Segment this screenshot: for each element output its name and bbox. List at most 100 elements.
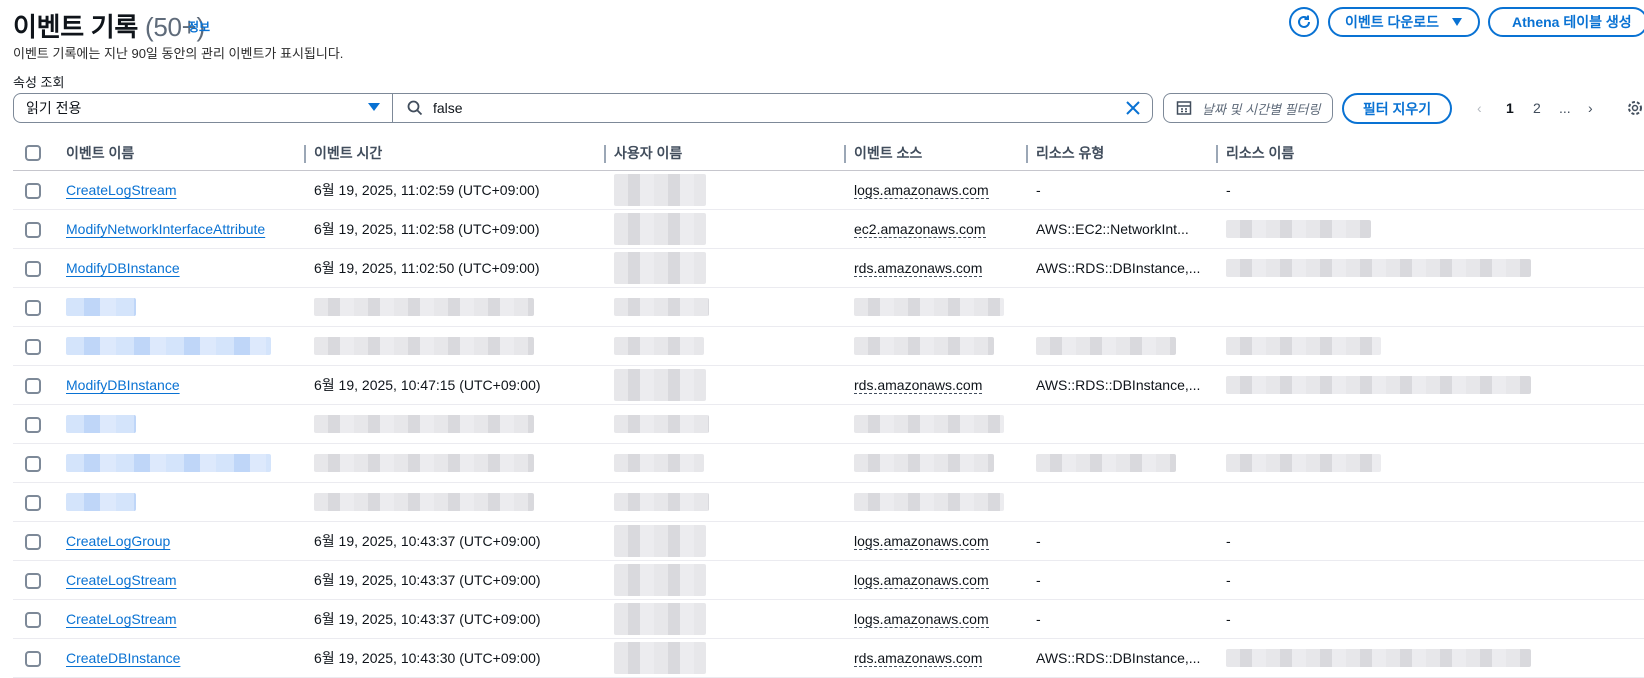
table-row xyxy=(13,326,1644,366)
event-source-text[interactable]: rds.amazonaws.com xyxy=(854,649,983,667)
event-source-text[interactable]: ec2.amazonaws.com xyxy=(854,220,986,238)
event-time-cell: 6월 19, 2025, 10:43:37 (UTC+09:00) xyxy=(306,521,606,561)
row-checkbox[interactable] xyxy=(25,221,41,238)
event-time-text: 6월 19, 2025, 10:43:37 (UTC+09:00) xyxy=(314,533,541,549)
row-checkbox[interactable] xyxy=(25,182,41,199)
select-all-checkbox[interactable] xyxy=(25,145,41,162)
table-row: CreateLogStream 6월 19, 2025, 11:02:59 (UT… xyxy=(13,170,1644,210)
clear-input-icon[interactable] xyxy=(1124,99,1142,120)
event-name-link[interactable]: ModifyDBInstance xyxy=(58,260,180,276)
redacted-value xyxy=(614,252,706,284)
resource-name-cell xyxy=(1218,287,1644,327)
row-checkbox[interactable] xyxy=(25,377,41,394)
event-name-cell: CreateLogStream xyxy=(58,560,306,600)
clear-filters-button[interactable]: 필터 지우기 xyxy=(1342,93,1452,124)
event-source-text[interactable]: rds.amazonaws.com xyxy=(854,259,983,277)
table-row: CreateLogStream 6월 19, 2025, 10:43:37 (UT… xyxy=(13,599,1644,639)
event-name-link[interactable]: ModifyDBInstance xyxy=(58,377,180,393)
column-header-user-name[interactable]: 사용자 이름 xyxy=(606,135,846,171)
row-checkbox[interactable] xyxy=(25,611,41,628)
redacted-value xyxy=(614,415,709,434)
refresh-button[interactable] xyxy=(1289,7,1319,37)
resource-type-text: - xyxy=(1036,611,1041,627)
column-header-resource-name[interactable]: 리소스 이름 xyxy=(1218,135,1644,171)
resource-type-text: AWS::RDS::DBInstance,... xyxy=(1036,260,1201,276)
event-name-link[interactable]: CreateLogStream xyxy=(58,182,177,198)
redacted-value xyxy=(66,415,136,434)
next-page-button[interactable]: › xyxy=(1588,100,1593,116)
event-time-cell: 6월 19, 2025, 11:02:58 (UTC+09:00) xyxy=(306,209,606,249)
lookup-value-input[interactable]: false xyxy=(392,93,1153,123)
event-name-cell: CreateDBInstance xyxy=(58,638,306,678)
events-table: 이벤트 이름 이벤트 시간 사용자 이름 이벤트 소스 리소스 유형 리소스 이… xyxy=(13,135,1644,678)
gear-icon[interactable] xyxy=(1627,100,1643,116)
user-name-cell xyxy=(606,599,846,639)
event-source-text[interactable]: logs.amazonaws.com xyxy=(854,571,989,589)
event-source-cell: logs.amazonaws.com xyxy=(846,599,1028,639)
user-name-cell xyxy=(606,365,846,405)
row-checkbox[interactable] xyxy=(25,455,41,472)
row-checkbox[interactable] xyxy=(25,494,41,511)
lookup-attribute-select[interactable]: 읽기 전용 xyxy=(13,93,393,123)
event-source-cell: logs.amazonaws.com xyxy=(846,560,1028,600)
column-header-event-source[interactable]: 이벤트 소스 xyxy=(846,135,1028,171)
redacted-value xyxy=(66,493,136,512)
row-select-cell xyxy=(13,170,58,210)
event-name-cell: CreateLogStream xyxy=(58,599,306,639)
create-athena-table-button[interactable]: Athena 테이블 생성 xyxy=(1488,7,1644,37)
redacted-value xyxy=(314,298,534,317)
redacted-value xyxy=(1226,649,1531,668)
event-name-cell xyxy=(58,404,306,444)
info-link[interactable]: 정보 xyxy=(188,18,210,35)
row-checkbox[interactable] xyxy=(25,260,41,277)
row-checkbox[interactable] xyxy=(25,299,41,316)
download-events-button[interactable]: 이벤트 다운로드 xyxy=(1328,7,1480,37)
event-time-cell: 6월 19, 2025, 10:43:30 (UTC+09:00) xyxy=(306,638,606,678)
page-1-button[interactable]: 1 xyxy=(1506,100,1514,116)
resource-type-text: AWS::EC2::NetworkInt... xyxy=(1036,221,1189,237)
event-source-text[interactable]: rds.amazonaws.com xyxy=(854,376,983,394)
event-name-link[interactable]: ModifyNetworkInterfaceAttribute xyxy=(58,221,265,237)
date-range-filter[interactable]: 날짜 및 시간별 필터링 xyxy=(1163,93,1333,123)
event-name-cell xyxy=(58,482,306,522)
resource-type-text: - xyxy=(1036,182,1041,198)
event-source-text[interactable]: logs.amazonaws.com xyxy=(854,532,989,550)
calendar-icon xyxy=(1176,101,1192,115)
lookup-value-text: false xyxy=(433,100,463,116)
resource-name-cell: - xyxy=(1218,521,1644,561)
table-row xyxy=(13,482,1644,522)
row-checkbox[interactable] xyxy=(25,572,41,589)
redacted-value xyxy=(66,298,136,317)
redacted-value xyxy=(614,603,706,635)
event-name-link[interactable]: CreateLogStream xyxy=(58,572,177,588)
row-checkbox[interactable] xyxy=(25,650,41,667)
row-checkbox[interactable] xyxy=(25,533,41,550)
resource-type-cell: - xyxy=(1028,599,1218,639)
event-source-cell: rds.amazonaws.com xyxy=(846,638,1028,678)
search-icon xyxy=(407,100,423,116)
event-name-link[interactable]: CreateDBInstance xyxy=(58,650,180,666)
resource-name-text: - xyxy=(1226,572,1231,588)
event-name-link[interactable]: CreateLogStream xyxy=(58,611,177,627)
redacted-value xyxy=(614,369,706,401)
column-header-event-time[interactable]: 이벤트 시간 xyxy=(306,135,606,171)
row-checkbox[interactable] xyxy=(25,416,41,433)
page-description: 이벤트 기록에는 지난 90일 동안의 관리 이벤트가 표시됩니다. xyxy=(13,46,344,61)
page-2-button[interactable]: 2 xyxy=(1533,100,1541,116)
column-header-resource-type[interactable]: 리소스 유형 xyxy=(1028,135,1218,171)
caret-down-icon xyxy=(368,103,380,111)
event-source-text[interactable]: logs.amazonaws.com xyxy=(854,610,989,628)
row-checkbox[interactable] xyxy=(25,338,41,355)
resource-name-cell xyxy=(1218,482,1644,522)
previous-page-button[interactable]: ‹ xyxy=(1477,100,1482,116)
resource-name-cell xyxy=(1218,248,1644,288)
redacted-value xyxy=(1036,337,1176,356)
column-header-event-name[interactable]: 이벤트 이름 xyxy=(58,135,306,171)
resource-type-cell xyxy=(1028,443,1218,483)
event-source-cell xyxy=(846,326,1028,366)
event-name-link[interactable]: CreateLogGroup xyxy=(58,533,170,549)
event-source-text[interactable]: logs.amazonaws.com xyxy=(854,181,989,199)
redacted-value xyxy=(314,454,534,473)
event-time-text: 6월 19, 2025, 11:02:50 (UTC+09:00) xyxy=(314,260,540,276)
resource-type-text: AWS::RDS::DBInstance,... xyxy=(1036,650,1201,666)
